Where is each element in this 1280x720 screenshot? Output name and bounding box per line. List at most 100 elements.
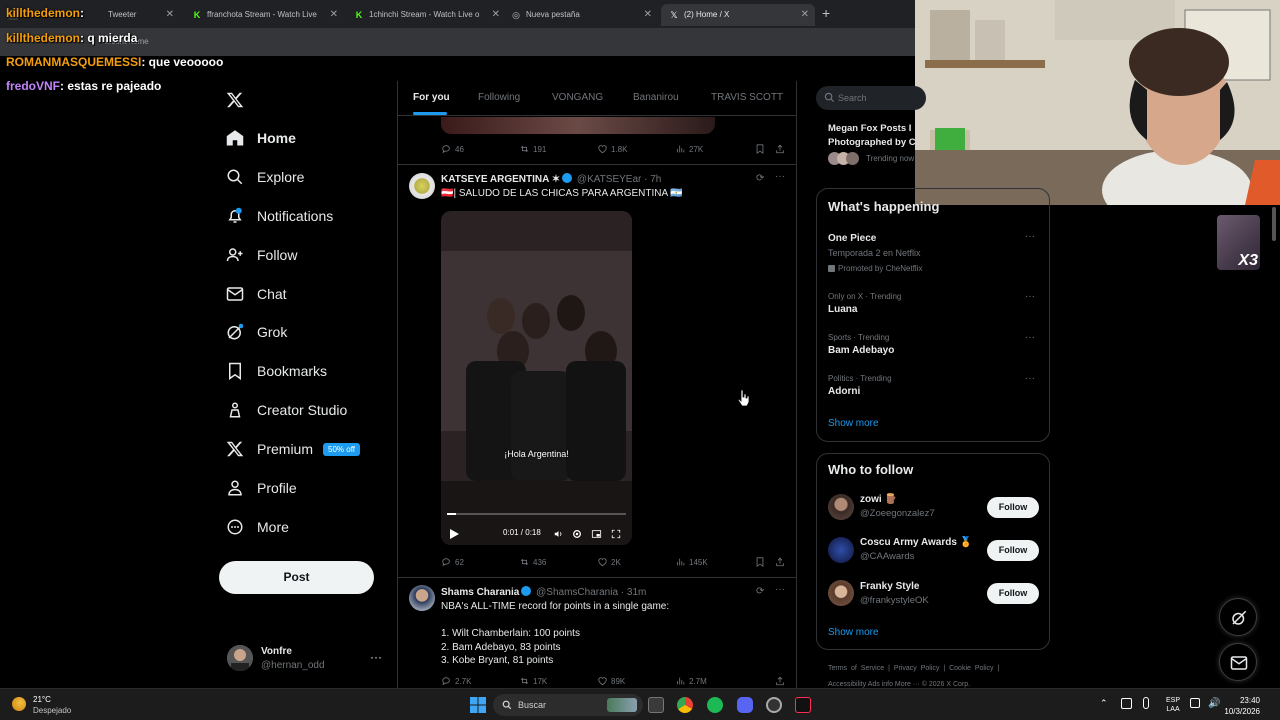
task-view-icon[interactable] (648, 697, 664, 713)
follow-button[interactable]: Follow (987, 497, 1039, 518)
new-tab-button[interactable]: + (822, 5, 830, 21)
reply-button[interactable]: 46 (441, 144, 464, 154)
grok-icon[interactable]: ⟳ (756, 173, 764, 184)
suggested-user-name[interactable]: Franky Style (860, 581, 919, 592)
x-logo-icon[interactable] (226, 90, 244, 110)
scrollbar[interactable] (1272, 207, 1276, 241)
promo-title[interactable]: Megan Fox Posts I Photographed by C (828, 122, 918, 149)
nav-notifications[interactable]: Notifications (226, 202, 333, 230)
reply-button[interactable]: 2.7K (441, 676, 471, 686)
who-to-follow-show-more-link[interactable]: Show more (828, 627, 879, 638)
nav-premium[interactable]: Premium 50% off (226, 435, 360, 463)
previous-tweet-media[interactable] (441, 117, 715, 134)
more-icon[interactable]: ··· (775, 171, 785, 182)
suggested-user-name[interactable]: zowi 🪵 (860, 494, 897, 505)
follow-button[interactable]: Follow (987, 583, 1039, 604)
system-clock[interactable]: 23:40 10/3/2026 (1222, 695, 1260, 717)
browser-tab-ffranchota[interactable]: Kffranchota Stream - Watch Live ✕ (184, 4, 344, 26)
windows-start-icon[interactable] (470, 697, 486, 713)
weather-temperature[interactable]: 21°C (33, 695, 51, 704)
tiktok-icon[interactable] (795, 697, 811, 713)
close-icon[interactable]: ✕ (492, 4, 500, 26)
speaker-icon[interactable]: 🔊 (1208, 698, 1220, 709)
avatar[interactable] (409, 173, 435, 199)
author-name[interactable]: KATSEYE ARGENTINA ✶ (441, 174, 560, 185)
browser-tab-1chinchi[interactable]: K 1chinchi Stream - Watch Live o ✕ (346, 4, 506, 26)
avatar[interactable] (828, 580, 854, 606)
nav-profile[interactable]: Profile (226, 474, 297, 502)
nav-chat[interactable]: Chat (226, 280, 287, 308)
avatar[interactable] (227, 645, 253, 671)
taskbar-search[interactable]: Buscar (493, 694, 643, 716)
browser-tab-x-home[interactable]: 𝕏 (2) Home / X ✕ (661, 4, 815, 26)
grok-fab-button[interactable] (1219, 598, 1257, 636)
more-icon[interactable]: ··· (1025, 332, 1035, 343)
nav-bookmarks[interactable]: Bookmarks (226, 357, 327, 385)
tweet-video[interactable]: ¡Hola Argentina! 0:01 / 0:18 (441, 211, 632, 545)
footer-links[interactable]: Accessibility Ads info More ··· © 2026 X… (828, 681, 970, 688)
trend-name[interactable]: Bam Adebayo (828, 345, 894, 356)
views-button[interactable]: 2.7M (675, 676, 707, 686)
timeline[interactable]: For you Following VONGANG Bananirou TRAV… (397, 81, 797, 688)
volume-icon[interactable] (553, 526, 564, 544)
tweet-time[interactable]: · 7h (644, 174, 661, 185)
views-button[interactable]: 145K (675, 557, 708, 567)
trend-name[interactable]: Luana (828, 304, 857, 315)
tab-travis-scott[interactable]: TRAVIS SCOTT (711, 92, 783, 103)
trend-name[interactable]: One Piece (828, 233, 876, 244)
suggested-user-name[interactable]: Coscu Army Awards 🏅 (860, 537, 972, 548)
language-indicator[interactable]: ESP LAA (1166, 696, 1180, 714)
repost-button[interactable]: 436 (519, 557, 546, 567)
nav-home[interactable]: Home (226, 124, 296, 152)
wifi-icon[interactable] (1190, 698, 1200, 708)
nav-explore[interactable]: Explore (226, 163, 304, 191)
like-button[interactable]: 2K (597, 557, 621, 567)
avatar[interactable] (409, 585, 435, 611)
tab-bananirou[interactable]: Bananirou (633, 92, 679, 103)
post-button[interactable]: Post (219, 561, 374, 594)
weather-moon-icon[interactable] (12, 697, 26, 711)
repost-button[interactable]: 191 (519, 144, 546, 154)
footer-links[interactable]: Terms of Service | Privacy Policy | Cook… (828, 665, 999, 672)
avatar[interactable] (828, 537, 854, 563)
bookmark-button[interactable] (755, 557, 765, 569)
share-button[interactable] (775, 557, 785, 569)
like-button[interactable]: 1.8K (597, 144, 627, 154)
microphone-icon[interactable] (1143, 697, 1149, 709)
trend-name[interactable]: Adorni (828, 386, 860, 397)
play-icon[interactable] (449, 526, 459, 544)
nav-follow[interactable]: Follow (226, 241, 297, 269)
more-icon[interactable]: ··· (1025, 231, 1035, 242)
nav-grok[interactable]: Grok (226, 318, 287, 346)
author-handle[interactable]: @ShamsCharania (536, 587, 618, 598)
tweet-author[interactable]: KATSEYE ARGENTINA ✶ @KATSEYEar · 7h (441, 173, 661, 185)
chrome-icon[interactable] (677, 697, 693, 713)
tab-following[interactable]: Following (478, 92, 520, 103)
more-icon[interactable]: ··· (775, 584, 785, 595)
bookmark-button[interactable] (755, 144, 765, 156)
repost-button[interactable]: 17K (519, 676, 547, 686)
network-icon[interactable] (1121, 698, 1132, 709)
settings-icon[interactable] (572, 526, 582, 544)
video-progress-bar[interactable] (447, 513, 626, 515)
more-icon[interactable]: ··· (1025, 373, 1035, 384)
close-icon[interactable]: ✕ (166, 4, 174, 26)
browser-tab-new[interactable]: ◎ Nueva pestaña ✕ (503, 4, 658, 26)
nav-more[interactable]: More (226, 513, 289, 541)
discord-icon[interactable] (737, 697, 753, 713)
reply-button[interactable]: 62 (441, 557, 464, 567)
close-icon[interactable]: ✕ (801, 4, 809, 26)
messages-fab-button[interactable] (1219, 643, 1257, 681)
tab-vongang[interactable]: VONGANG (552, 92, 603, 103)
chevron-up-icon[interactable]: ⌃ (1100, 698, 1108, 709)
share-button[interactable] (775, 144, 785, 156)
more-icon[interactable]: ··· (1025, 291, 1035, 302)
obs-icon[interactable] (766, 697, 782, 713)
account-name[interactable]: Vonfre (261, 646, 292, 657)
share-button[interactable] (775, 676, 785, 688)
follow-button[interactable]: Follow (987, 540, 1039, 561)
tweet-time[interactable]: · 31m (621, 587, 647, 598)
more-icon[interactable]: ··· (370, 650, 382, 664)
avatar[interactable] (828, 494, 854, 520)
views-button[interactable]: 27K (675, 144, 703, 154)
